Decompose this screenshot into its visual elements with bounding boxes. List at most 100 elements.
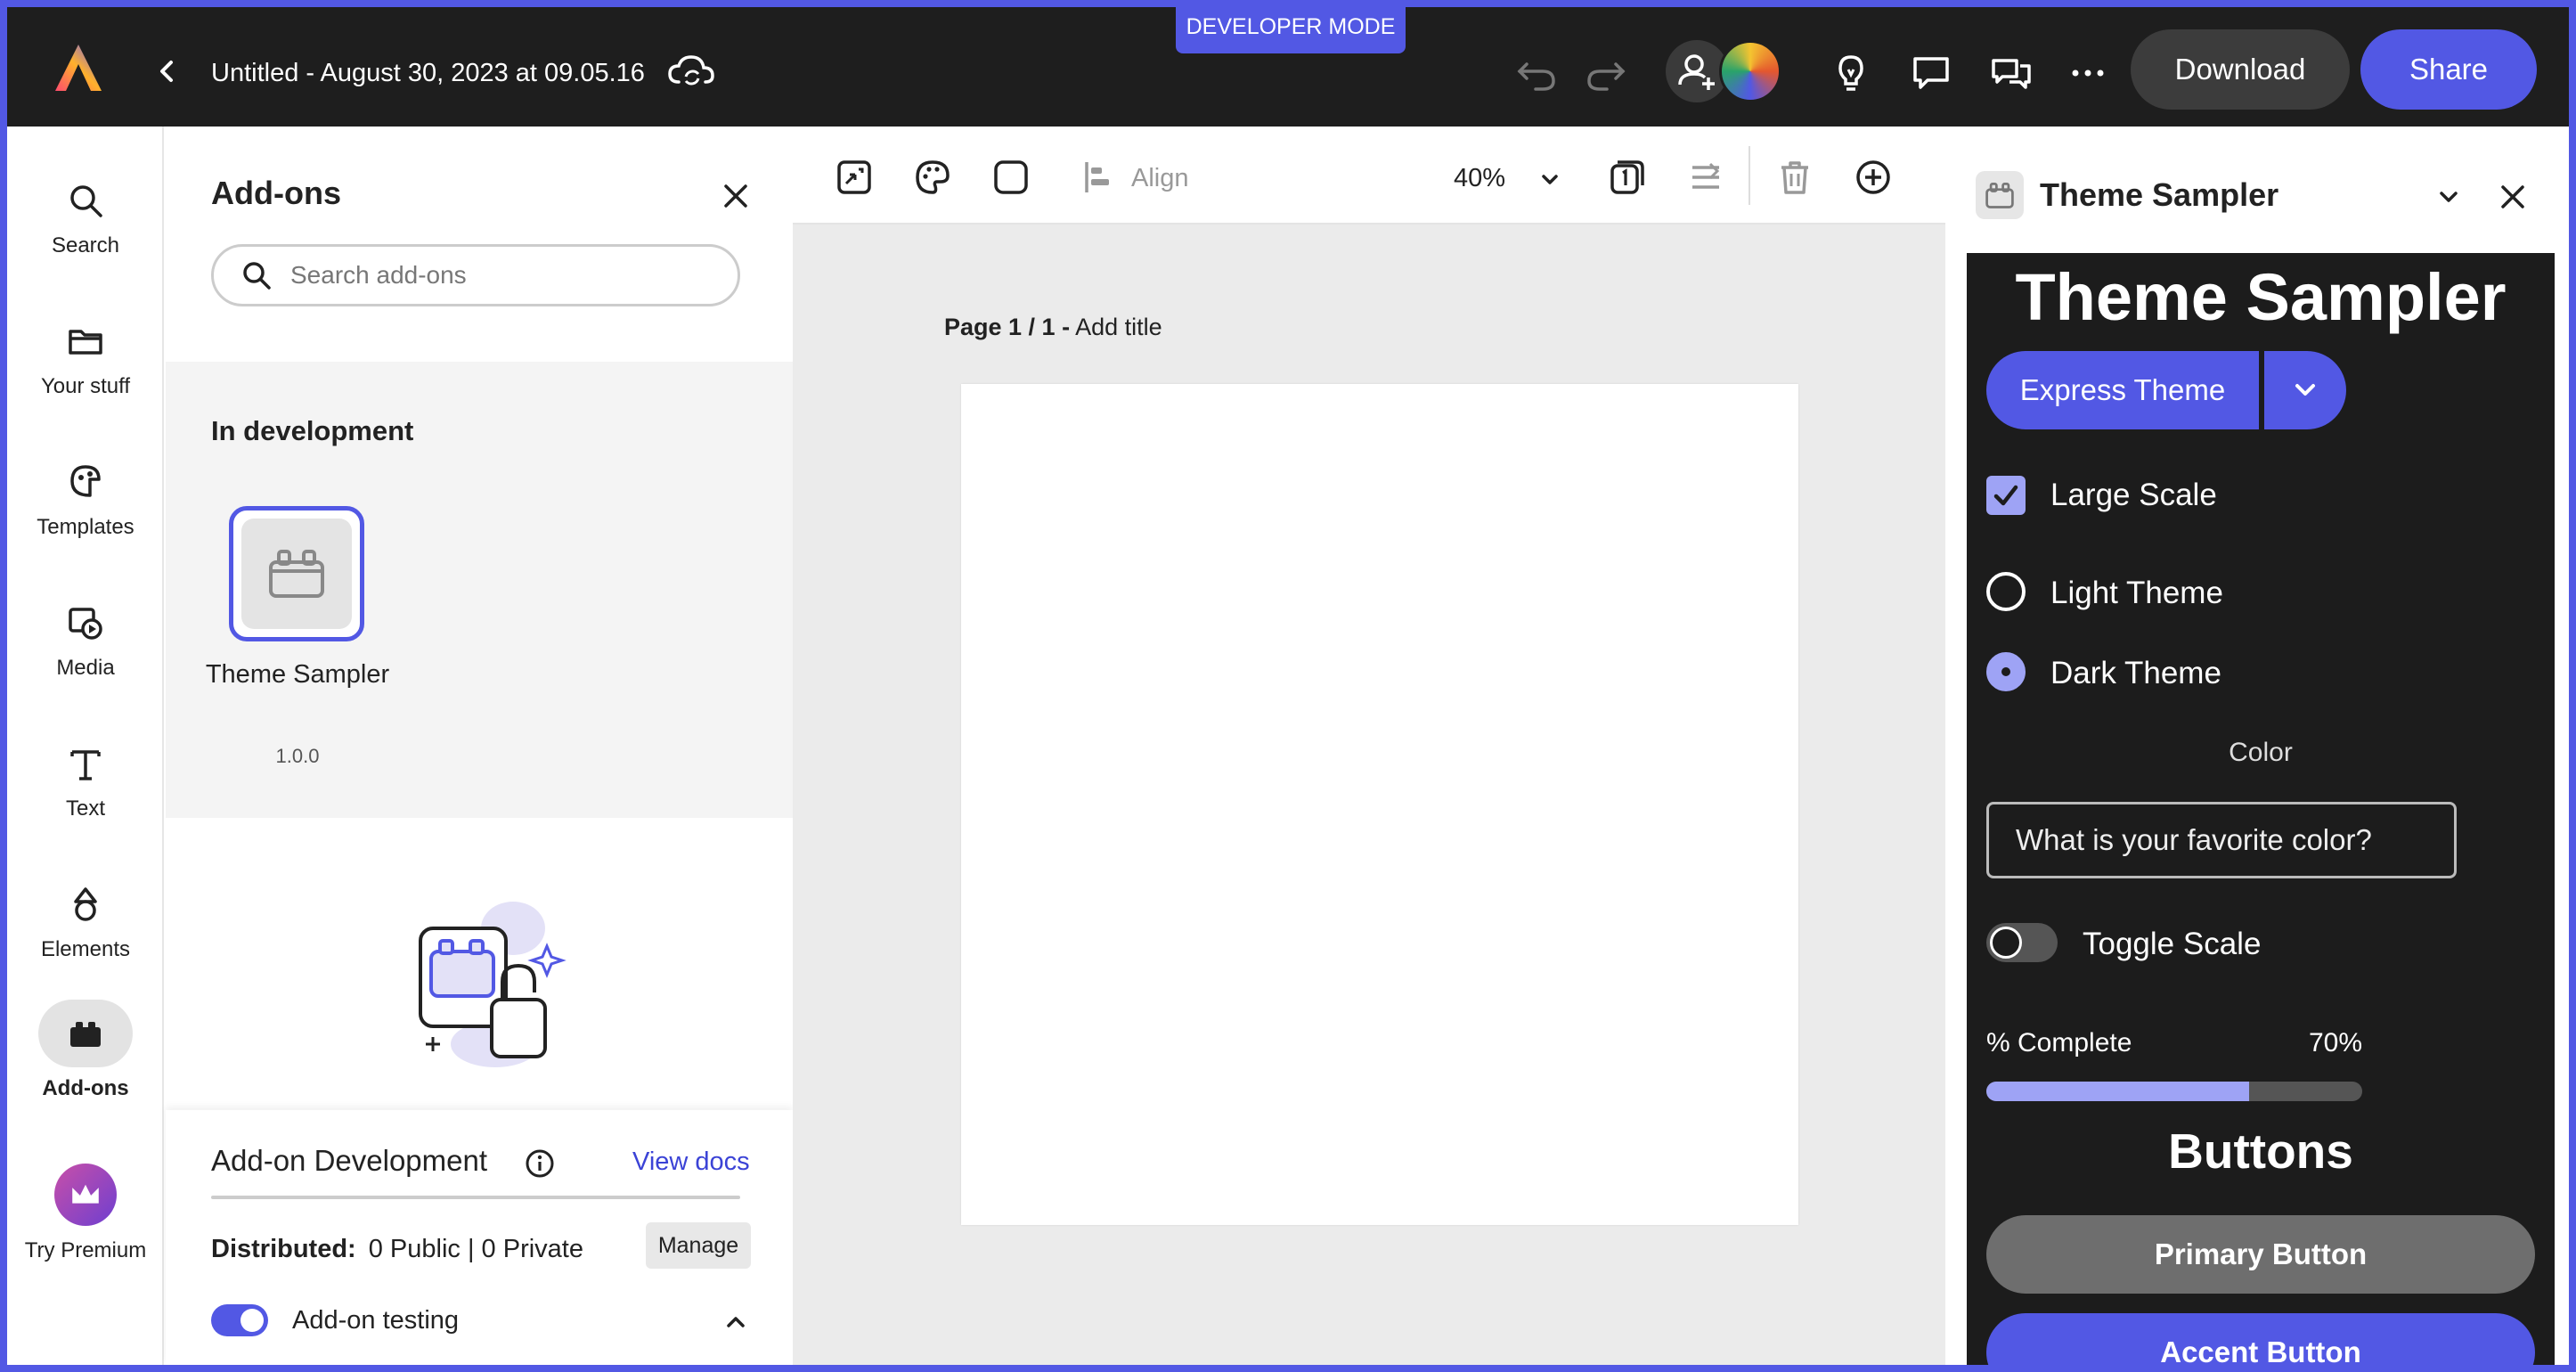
share-button[interactable]: Share [2360,29,2537,110]
chevron-down-icon [2295,384,2315,396]
layers-icon[interactable] [1687,159,1724,196]
elements-icon [74,887,97,921]
toggle-scale-label: Toggle Scale [2083,927,2262,961]
rail-label: Templates [37,515,135,539]
divider [211,1196,740,1199]
toolbar-divider [1749,146,1750,205]
view-docs-link[interactable]: View docs [632,1147,750,1177]
rail-item-try-premium[interactable]: Try Premium [7,1160,164,1276]
sampler-heading: Theme Sampler [2015,260,2507,334]
primary-button[interactable]: Primary Button [1986,1215,2535,1294]
resize-icon[interactable] [836,159,873,196]
redo-icon[interactable] [1584,53,1628,93]
favorite-color-input[interactable] [1986,802,2457,878]
search-icon [243,262,271,290]
addon-header-icon [1976,171,2024,219]
rail-item-templates[interactable]: Templates [7,454,164,570]
distributed-label: Distributed: [211,1235,356,1263]
align-icon [1085,162,1109,192]
addon-card-theme-sampler[interactable] [229,506,364,641]
comment-icon[interactable] [1910,52,1952,94]
canvas-toolbar: Align 40% [793,127,1945,225]
add-page-icon[interactable] [1855,159,1892,196]
addon-name: Theme Sampler [205,660,390,689]
rail-item-search[interactable]: Search [7,173,164,289]
lightbulb-icon[interactable] [1830,52,1872,94]
left-rail: Search Your stuff Templates Media Text E… [7,127,164,1365]
pages-icon[interactable] [1609,159,1646,196]
premium-badge [54,1164,117,1226]
back-chevron-icon[interactable] [150,53,185,89]
align-label: Align [1131,164,1189,192]
rail-label: Elements [40,937,131,961]
accent-button[interactable]: Accent Button [1986,1313,2535,1365]
large-scale-checkbox[interactable] [1986,476,2026,515]
panel-title: Theme Sampler [2040,176,2279,213]
addons-search-field[interactable] [211,244,740,306]
page-number: Page 1 / 1 - [944,314,1071,340]
page-canvas[interactable] [961,384,1798,1225]
rail-item-your-stuff[interactable]: Your stuff [7,314,164,429]
color-label: Color [2229,738,2293,767]
section-title: In development [211,415,414,446]
info-icon[interactable] [524,1147,556,1180]
rail-item-text[interactable]: Text [7,736,164,852]
light-theme-radio[interactable] [1986,572,2026,611]
crown-icon [72,1184,99,1204]
more-options-icon[interactable] [2067,52,2109,94]
user-avatar[interactable] [1719,40,1781,102]
download-button[interactable]: Download [2131,29,2350,110]
zoom-level[interactable]: 40% [1454,164,1505,193]
search-icon [70,185,102,217]
page-title-input[interactable]: Add title [1075,314,1162,340]
dark-theme-radio[interactable] [1986,652,2026,691]
rail-item-addons[interactable]: Add-ons [7,1000,164,1115]
close-icon[interactable] [2496,180,2530,214]
rail-item-media[interactable]: Media [7,595,164,711]
checkmark-icon [1993,485,2018,506]
panel-title: Add-ons [211,175,341,211]
media-icon [69,608,102,640]
active-pill [38,1000,133,1067]
addon-testing-toggle[interactable] [211,1304,268,1336]
adobe-express-logo-icon[interactable] [52,41,105,94]
shape-icon[interactable] [992,159,1030,196]
addon-version: 1.0.0 [275,745,320,767]
palette-icon[interactable] [914,159,951,196]
large-scale-label: Large Scale [2050,478,2217,512]
developer-mode-badge: DEVELOPER MODE [1176,7,1406,53]
cloud-sync-icon[interactable] [666,52,716,91]
chat-icon[interactable] [1990,52,2033,94]
document-title[interactable]: Untitled - August 30, 2023 at 09.05.16 [211,59,645,88]
theme-picker-value[interactable]: Express Theme [1986,351,2259,429]
close-icon[interactable] [718,178,754,214]
rail-label: Search [51,233,120,257]
addon-plugin-icon [1985,183,2014,208]
progress-label: % Complete [1986,1028,2132,1058]
progress-value: 70% [2309,1028,2363,1058]
addon-testing-label: Add-on testing [292,1306,460,1335]
rail-label: Text [65,796,105,821]
theme-picker[interactable]: Express Theme [1986,351,2346,429]
dark-theme-label: Dark Theme [2050,656,2221,690]
buttons-heading: Buttons [2168,1123,2353,1179]
rail-item-elements[interactable]: Elements [7,877,164,992]
toggle-scale-switch[interactable] [1986,923,2058,962]
canvas-area: Align 40% Page 1 / 1 - Add title [793,127,1945,1365]
addon-development-section: Add-on Development View docs Distributed… [166,1110,793,1365]
manage-button[interactable]: Manage [646,1222,751,1269]
search-input[interactable] [290,261,700,290]
addon-development-illustration-icon [419,902,567,1067]
top-bar: Untitled - August 30, 2023 at 09.05.16 D… [7,7,2569,127]
progress-bar [1986,1082,2362,1101]
rail-label: Media [56,656,115,680]
theme-picker-toggle[interactable] [2264,351,2346,429]
addon-plugin-icon [269,550,324,598]
rail-label: Try Premium [24,1238,147,1262]
chevron-down-icon[interactable] [2433,182,2464,212]
chevron-up-icon[interactable] [721,1308,750,1336]
chevron-down-icon[interactable] [1537,167,1562,192]
undo-icon[interactable] [1514,53,1559,93]
rail-label: Add-ons [42,1076,129,1100]
trash-icon[interactable] [1776,159,1814,196]
